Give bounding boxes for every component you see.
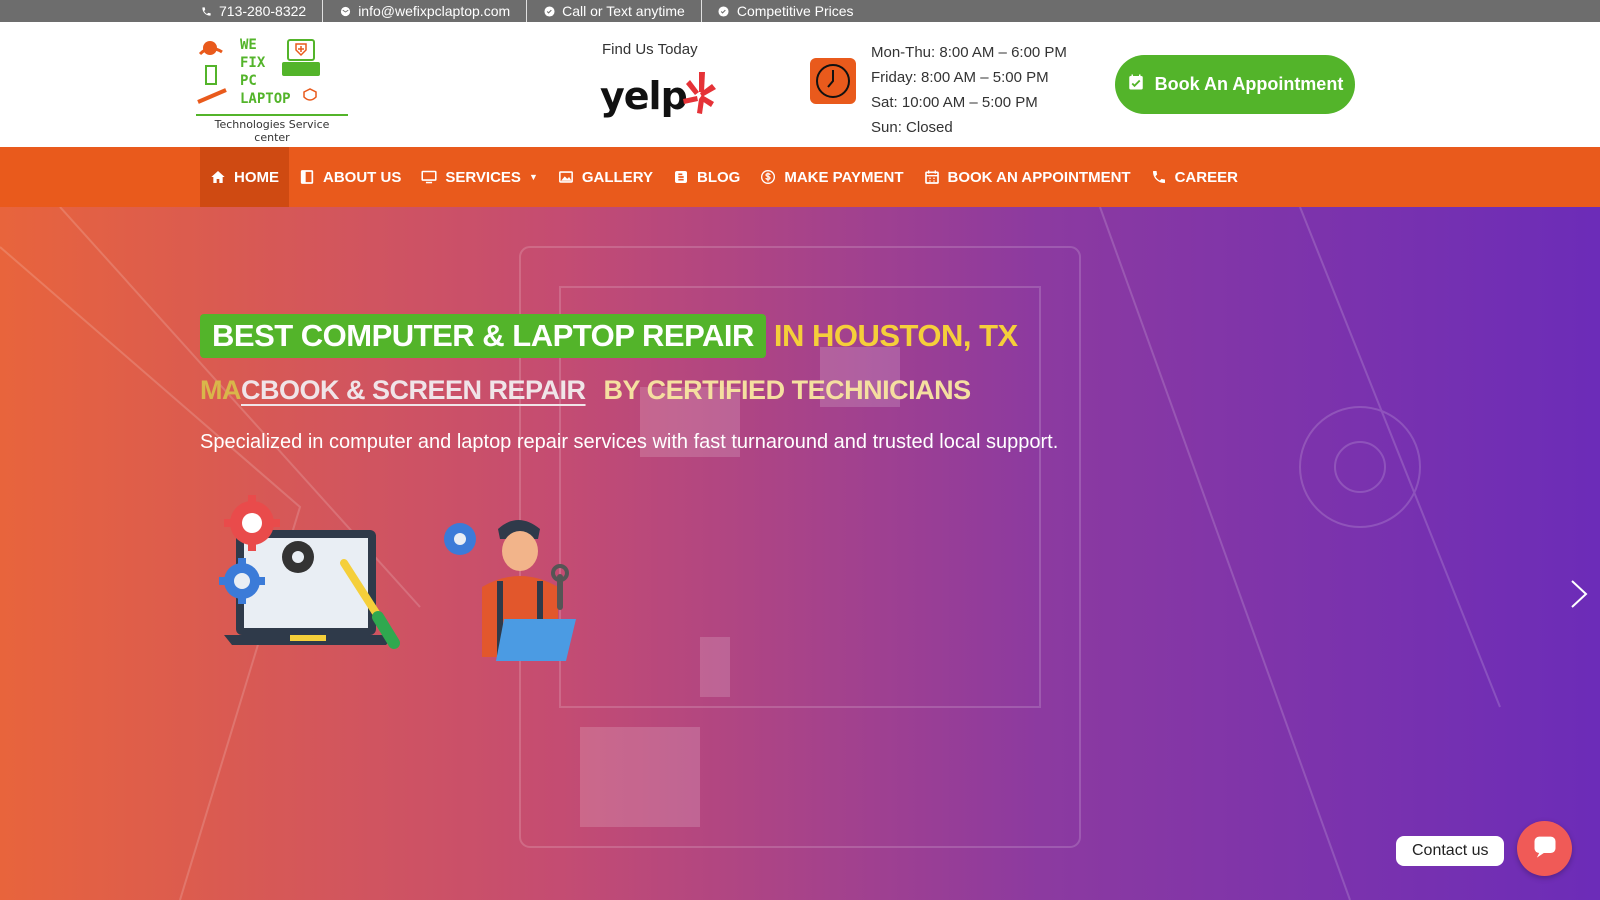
chevron-down-icon: ▼ (528, 172, 538, 182)
topbar-prices: Competitive Prices (700, 0, 870, 22)
nav-label: BOOK AN APPOINTMENT (947, 168, 1131, 186)
topbar-email-text: info@wefixpclaptop.com (358, 3, 511, 19)
slider-next-arrow-icon[interactable] (1568, 577, 1590, 611)
nav-label: ABOUT US (323, 168, 402, 186)
envelope-icon (339, 5, 351, 17)
site-header: WE FIX PC LAPTOP Technologies Service ce… (0, 22, 1600, 147)
hours-line: Sun: Closed (871, 119, 953, 136)
image-icon (558, 169, 574, 185)
yelp-link[interactable]: yelp (600, 70, 720, 120)
headline-highlight: BEST COMPUTER & LAPTOP REPAIR (200, 314, 766, 358)
topbar-call-text: Call or Text anytime (562, 3, 685, 19)
logo-line-4: LAPTOP (240, 91, 291, 107)
nav-item-services[interactable]: SERVICES ▼ (411, 147, 548, 207)
phone-icon (1151, 169, 1167, 185)
topbar-phone-text: 713-280-8322 (219, 3, 307, 19)
top-bar: 713-280-8322 info@wefixpclaptop.com Call… (0, 0, 1600, 22)
contact-us-label[interactable]: Contact us (1396, 836, 1505, 866)
subheadline-certified: BY CERTIFIED TECHNICIANS (603, 375, 972, 405)
check-circle-icon (718, 5, 730, 17)
subheadline-rest: CBOOK & SCREEN REPAIR (241, 375, 586, 405)
book-appointment-button[interactable]: Book An Appointment (1115, 55, 1355, 114)
hero-description: Specialized in computer and laptop repai… (200, 431, 1059, 453)
home-icon (210, 169, 226, 185)
logo-line-3: PC (240, 73, 257, 89)
dollar-icon (760, 169, 776, 185)
book-appointment-label: Book An Appointment (1154, 74, 1344, 94)
nav-label: MAKE PAYMENT (784, 168, 904, 186)
nav-label: GALLERY (581, 168, 653, 186)
topbar-prices-text: Competitive Prices (736, 3, 854, 19)
blogger-icon (673, 169, 689, 185)
hero-headline: BEST COMPUTER & LAPTOP REPAIR IN HOUSTON… (200, 314, 1018, 358)
site-logo[interactable]: WE FIX PC LAPTOP Technologies Service ce… (196, 36, 348, 144)
book-icon (299, 169, 315, 185)
nav-item-home[interactable]: HOME (200, 147, 289, 207)
logo-line-2: FIX (240, 55, 266, 71)
monitor-icon (421, 169, 437, 185)
clock-icon (810, 58, 856, 104)
nav-label: CAREER (1174, 168, 1238, 186)
subheadline-typed: MA (200, 375, 242, 405)
logo-line-1: WE (240, 37, 257, 53)
yelp-wordmark: yelp (600, 74, 688, 118)
nav-item-payment[interactable]: MAKE PAYMENT (750, 147, 913, 207)
nav-item-blog[interactable]: BLOG (663, 147, 750, 207)
calendar-icon (924, 169, 940, 185)
find-us-label: Find Us Today (602, 41, 698, 58)
main-nav: HOME ABOUT US SERVICES ▼ GALLERY BLOG MA… (0, 147, 1600, 207)
chat-bubble-icon (1531, 832, 1559, 865)
business-hours: Mon-Thu: 8:00 AM – 6:00 PM Friday: 8:00 … (871, 40, 1067, 140)
nav-label: BLOG (696, 168, 741, 186)
logo-tagline: Technologies Service center (196, 114, 348, 144)
check-circle-icon (543, 5, 555, 17)
nav-item-about[interactable]: ABOUT US (289, 147, 411, 207)
contact-us-button[interactable] (1517, 821, 1572, 876)
hero-slider: BEST COMPUTER & LAPTOP REPAIR IN HOUSTON… (0, 207, 1600, 900)
headline-location: IN HOUSTON, TX (773, 318, 1018, 353)
phone-icon (200, 5, 212, 17)
hero-subheadline: MACBOOK & SCREEN REPAIR BY CERTIFIED TECH… (200, 375, 971, 406)
topbar-call: Call or Text anytime (526, 0, 701, 22)
hours-line: Mon-Thu: 8:00 AM – 6:00 PM (871, 44, 1067, 61)
calendar-check-icon (1127, 73, 1145, 96)
nav-label: HOME (234, 168, 279, 186)
technician-illustration (444, 520, 576, 661)
laptop-gears-illustration (219, 495, 400, 649)
nav-item-career[interactable]: CAREER (1141, 147, 1248, 207)
hours-line: Sat: 10:00 AM – 5:00 PM (871, 94, 1038, 111)
topbar-phone[interactable]: 713-280-8322 (200, 0, 322, 22)
nav-label: SERVICES (445, 168, 521, 186)
yelp-burst-icon (683, 72, 716, 114)
nav-item-gallery[interactable]: GALLERY (548, 147, 663, 207)
topbar-email[interactable]: info@wefixpclaptop.com (322, 0, 526, 22)
nav-item-book-appointment[interactable]: BOOK AN APPOINTMENT (914, 147, 1141, 207)
hours-line: Friday: 8:00 AM – 5:00 PM (871, 69, 1049, 86)
